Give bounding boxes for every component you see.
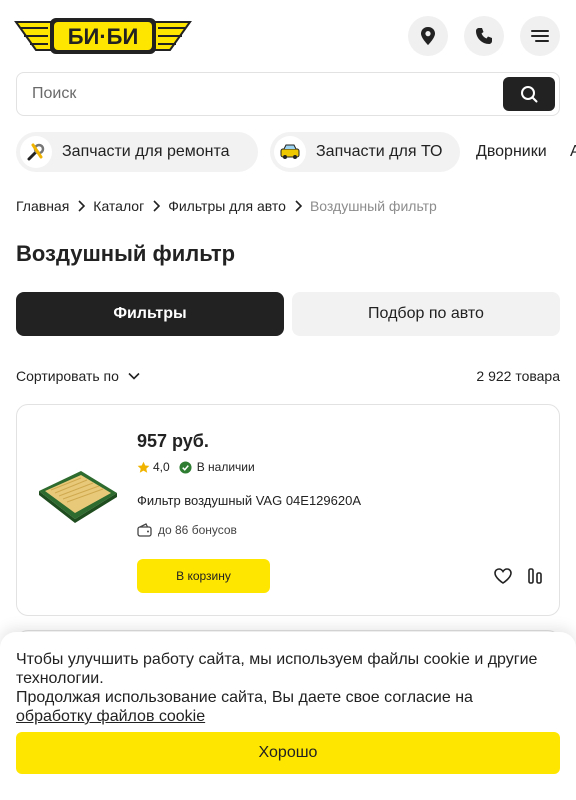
location-pin-icon — [421, 27, 435, 45]
favorite-button[interactable] — [493, 566, 513, 586]
tab-filters[interactable]: Фильтры — [16, 292, 284, 336]
category-label: Дворники — [476, 143, 547, 160]
wallet-icon — [137, 523, 152, 537]
breadcrumb: Главная Каталог Фильтры для авто Воздушн… — [16, 197, 437, 215]
cookie-line-2: Продолжая использование сайта, Вы даете … — [16, 689, 473, 706]
compare-icon — [528, 568, 542, 584]
cookie-policy-link[interactable]: обработку файлов cookie — [16, 708, 205, 725]
sort-bar: Сортировать по 2 922 товара — [16, 368, 560, 388]
search-button[interactable] — [503, 77, 555, 111]
category-chips: Запчасти для ремонта Запчасти для ТО Дво… — [16, 132, 576, 172]
compare-button[interactable] — [525, 566, 545, 586]
chevron-right-icon — [152, 200, 161, 212]
phone-icon — [476, 28, 492, 44]
phone-button[interactable] — [464, 16, 504, 56]
chevron-down-icon — [128, 372, 140, 380]
cookie-banner: Чтобы улучшить работу сайта, мы использу… — [0, 632, 576, 800]
category-chip-maintenance[interactable]: Запчасти для ТО — [270, 132, 460, 172]
availability-status: В наличии — [196, 460, 255, 474]
logo-text: БИ·БИ — [68, 24, 139, 49]
cookie-line-1: Чтобы улучшить работу сайта, мы использу… — [16, 651, 538, 687]
sort-dropdown[interactable]: Сортировать по — [16, 368, 140, 384]
breadcrumb-catalog[interactable]: Каталог — [93, 198, 144, 214]
breadcrumb-home[interactable]: Главная — [16, 198, 69, 214]
category-chip-wipers[interactable]: Дворники — [476, 132, 566, 172]
category-label: А — [570, 143, 576, 160]
search-input[interactable] — [17, 74, 497, 114]
menu-button[interactable] — [520, 16, 560, 56]
bibi-logo[interactable]: БИ·БИ — [14, 14, 192, 58]
breadcrumb-current: Воздушный фильтр — [309, 198, 437, 214]
heart-icon — [494, 568, 512, 584]
category-chip-next[interactable]: А — [570, 132, 576, 172]
tab-car-selection[interactable]: Подбор по авто — [292, 292, 560, 336]
product-count: 2 922 товара — [476, 368, 560, 384]
category-chip-repair[interactable]: Запчасти для ремонта — [16, 132, 258, 172]
chevron-right-icon — [77, 200, 86, 212]
product-meta: 4,0 В наличии — [137, 460, 255, 474]
product-price: 957 руб. — [137, 431, 209, 451]
rating-value: 4,0 — [153, 460, 170, 474]
cookie-message: Чтобы улучшить работу сайта, мы использу… — [16, 650, 556, 726]
cookie-accept-button[interactable]: Хорошо — [16, 732, 560, 774]
location-button[interactable] — [408, 16, 448, 56]
filter-tabs: Фильтры Подбор по авто — [16, 292, 560, 336]
category-label: Запчасти для ремонта — [62, 143, 230, 160]
bonus-info: до 86 бонусов — [137, 523, 237, 537]
product-name[interactable]: Фильтр воздушный VAG 04E129620A — [137, 493, 361, 508]
product-image[interactable] — [37, 465, 119, 525]
add-to-cart-button[interactable]: В корзину — [137, 559, 270, 593]
check-circle-icon — [179, 460, 192, 474]
site-header: БИ·БИ — [0, 0, 576, 72]
wrench-icon — [20, 136, 52, 168]
chevron-right-icon — [294, 200, 302, 212]
car-icon — [274, 136, 306, 168]
star-icon — [137, 461, 150, 473]
search-icon — [521, 86, 538, 103]
search-bar — [16, 72, 560, 116]
product-card[interactable]: 957 руб. 4,0 В наличии Фильтр воздушный … — [16, 404, 560, 616]
page-title: Воздушный фильтр — [16, 241, 236, 266]
sort-label: Сортировать по — [16, 368, 119, 384]
breadcrumb-filters[interactable]: Фильтры для авто — [168, 198, 286, 214]
category-label: Запчасти для ТО — [316, 143, 443, 160]
bonus-text: до 86 бонусов — [158, 523, 237, 537]
air-filter-image — [39, 471, 117, 523]
menu-icon — [531, 30, 549, 42]
